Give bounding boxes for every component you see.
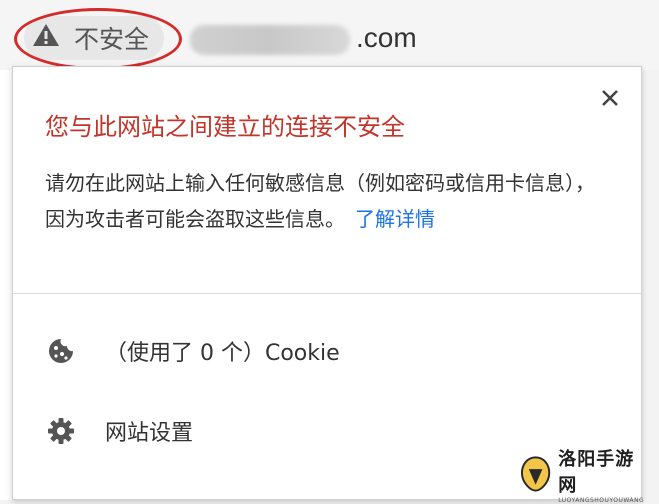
warning-icon [32, 22, 60, 54]
address-bar: 不安全 .com [0, 0, 659, 70]
security-indicator-button[interactable]: 不安全 [24, 16, 164, 60]
cookies-row[interactable]: （使用了 0 个）Cookie [45, 331, 340, 371]
site-settings-label: 网站设置 [105, 421, 194, 446]
url-domain[interactable]: .com [356, 22, 417, 54]
close-button[interactable] [597, 85, 623, 111]
popup-title: 您与此网站之间建立的连接不安全 [45, 113, 405, 141]
divider [13, 293, 641, 294]
description-text: 请勿在此网站上输入任何敏感信息（例如密码或信用卡信息），因为攻击者可能会盗取这些… [45, 171, 595, 231]
security-label: 不安全 [74, 25, 150, 54]
site-info-popup: 您与此网站之间建立的连接不安全 请勿在此网站上输入任何敏感信息（例如密码或信用卡… [12, 66, 642, 500]
watermark-sub: LUOYANGSHOUYOUWANG [558, 496, 645, 504]
watermark: 洛阳手游网 LUOYANGSHOUYOUWANG [519, 449, 651, 504]
blurred-url [190, 25, 350, 55]
learn-more-link[interactable]: 了解详情 [355, 207, 435, 231]
site-settings-row[interactable]: 网站设置 [45, 411, 193, 451]
watermark-logo-icon [520, 456, 551, 492]
cookies-label: （使用了 0 个）Cookie [105, 341, 340, 366]
gear-icon [45, 415, 77, 447]
close-icon [602, 90, 618, 106]
watermark-name: 洛阳手游网 [558, 448, 635, 496]
cookie-icon [45, 335, 77, 367]
popup-description: 请勿在此网站上输入任何敏感信息（例如密码或信用卡信息），因为攻击者可能会盗取这些… [45, 165, 613, 237]
page-background [0, 70, 12, 500]
